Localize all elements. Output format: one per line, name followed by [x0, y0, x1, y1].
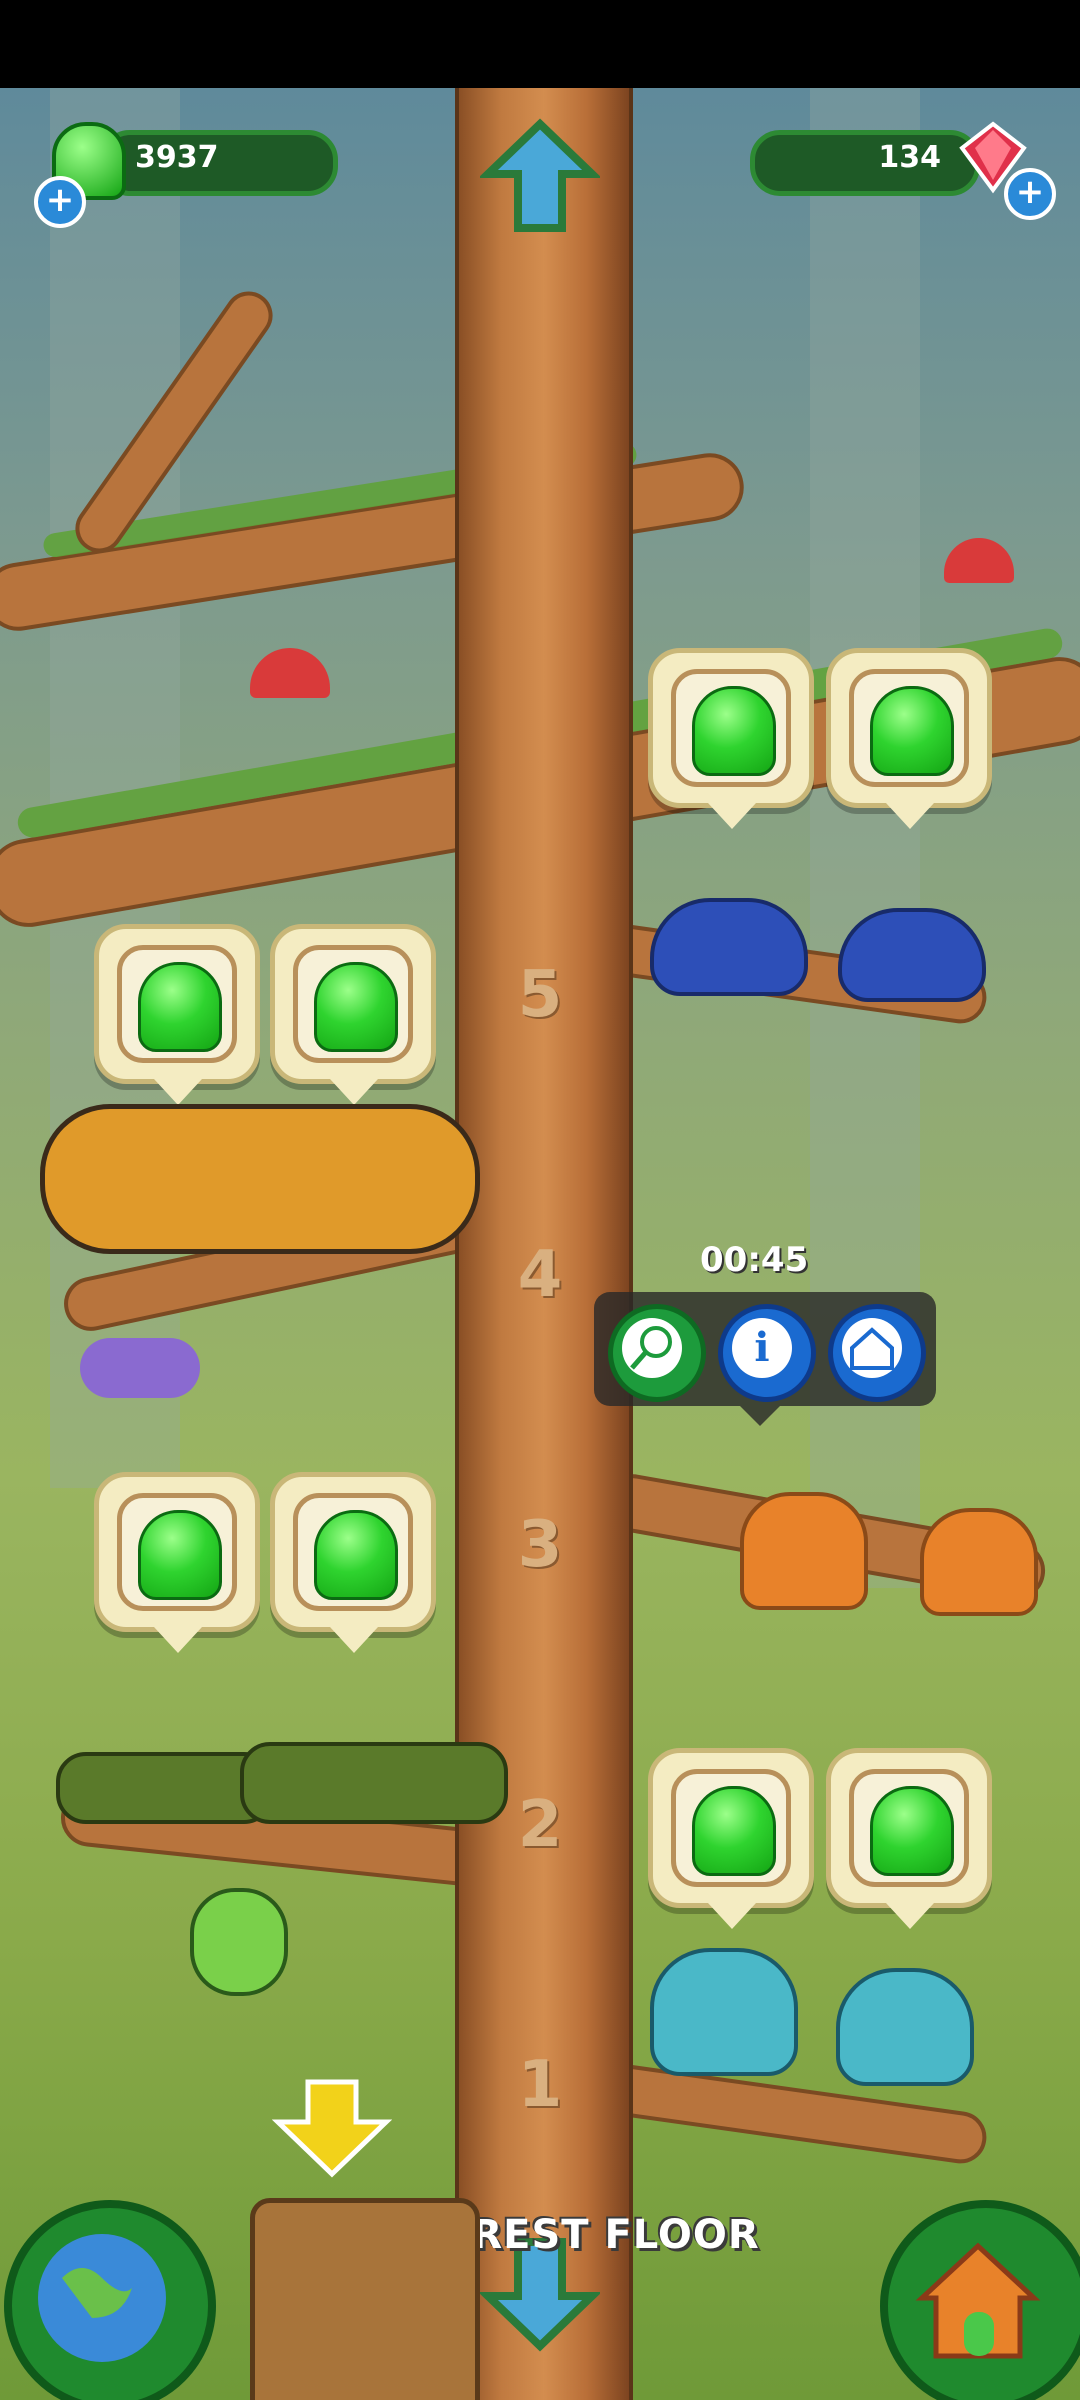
frog[interactable]	[650, 1948, 798, 2076]
globe-icon	[38, 2234, 166, 2362]
yellow-down-arrow-icon	[272, 2079, 392, 2178]
floor-number-1: 1	[517, 2048, 563, 2122]
house-icon	[915, 2242, 1041, 2359]
jelly-bubble[interactable]	[826, 648, 992, 829]
add-jelly-plus-icon[interactable]: +	[34, 176, 86, 228]
home-button[interactable]	[828, 1304, 926, 1402]
jelly-counter: 3937	[100, 130, 338, 196]
floor-number-3: 3	[517, 1508, 563, 1582]
up-arrow-icon[interactable]	[480, 116, 600, 236]
timer-text: 00:45	[700, 1240, 809, 1280]
mushroom	[944, 538, 1014, 583]
blue-beetle[interactable]	[650, 898, 808, 996]
status-bar	[0, 0, 1080, 88]
jelly-bubble[interactable]	[94, 1472, 260, 1653]
home-map-button[interactable]	[880, 2200, 1080, 2400]
floor-number-4: 4	[517, 1238, 563, 1312]
game-scene: 5 4 3 2 1 3937 + 134 + 00:45 i FOREST FL…	[0, 88, 1080, 2400]
jelly-bubble[interactable]	[270, 1472, 436, 1653]
net-button[interactable]	[608, 1304, 706, 1402]
fox[interactable]	[740, 1492, 868, 1610]
info-icon: i	[732, 1318, 792, 1378]
add-gem-plus-icon[interactable]: +	[1004, 168, 1056, 220]
jelly-count: 3937	[135, 140, 219, 175]
jelly-bubble[interactable]	[648, 648, 814, 829]
frog[interactable]	[836, 1968, 974, 2086]
world-map-button[interactable]	[4, 2200, 216, 2400]
jelly-bubble[interactable]	[648, 1748, 814, 1929]
info-button[interactable]: i	[718, 1304, 816, 1402]
jelly-bubble[interactable]	[94, 924, 260, 1105]
crocodile[interactable]	[240, 1742, 508, 1824]
habitat-action-panel: i	[594, 1292, 936, 1426]
tree-house	[250, 2198, 480, 2400]
jelly-bubble[interactable]	[270, 924, 436, 1105]
gem-count: 134	[878, 140, 941, 175]
floor-number-5: 5	[517, 958, 563, 1032]
fairy-character[interactable]	[190, 1888, 288, 1996]
mushroom	[250, 648, 330, 698]
floor-number-2: 2	[517, 1788, 563, 1862]
purple-flowers	[80, 1338, 200, 1398]
fox[interactable]	[920, 1508, 1038, 1616]
house-icon	[842, 1318, 902, 1378]
jelly-bubble[interactable]	[826, 1748, 992, 1929]
net-icon	[622, 1318, 682, 1378]
gem-counter: 134	[750, 130, 980, 196]
blue-beetle[interactable]	[838, 908, 986, 1002]
raccoon[interactable]	[40, 1104, 480, 1254]
